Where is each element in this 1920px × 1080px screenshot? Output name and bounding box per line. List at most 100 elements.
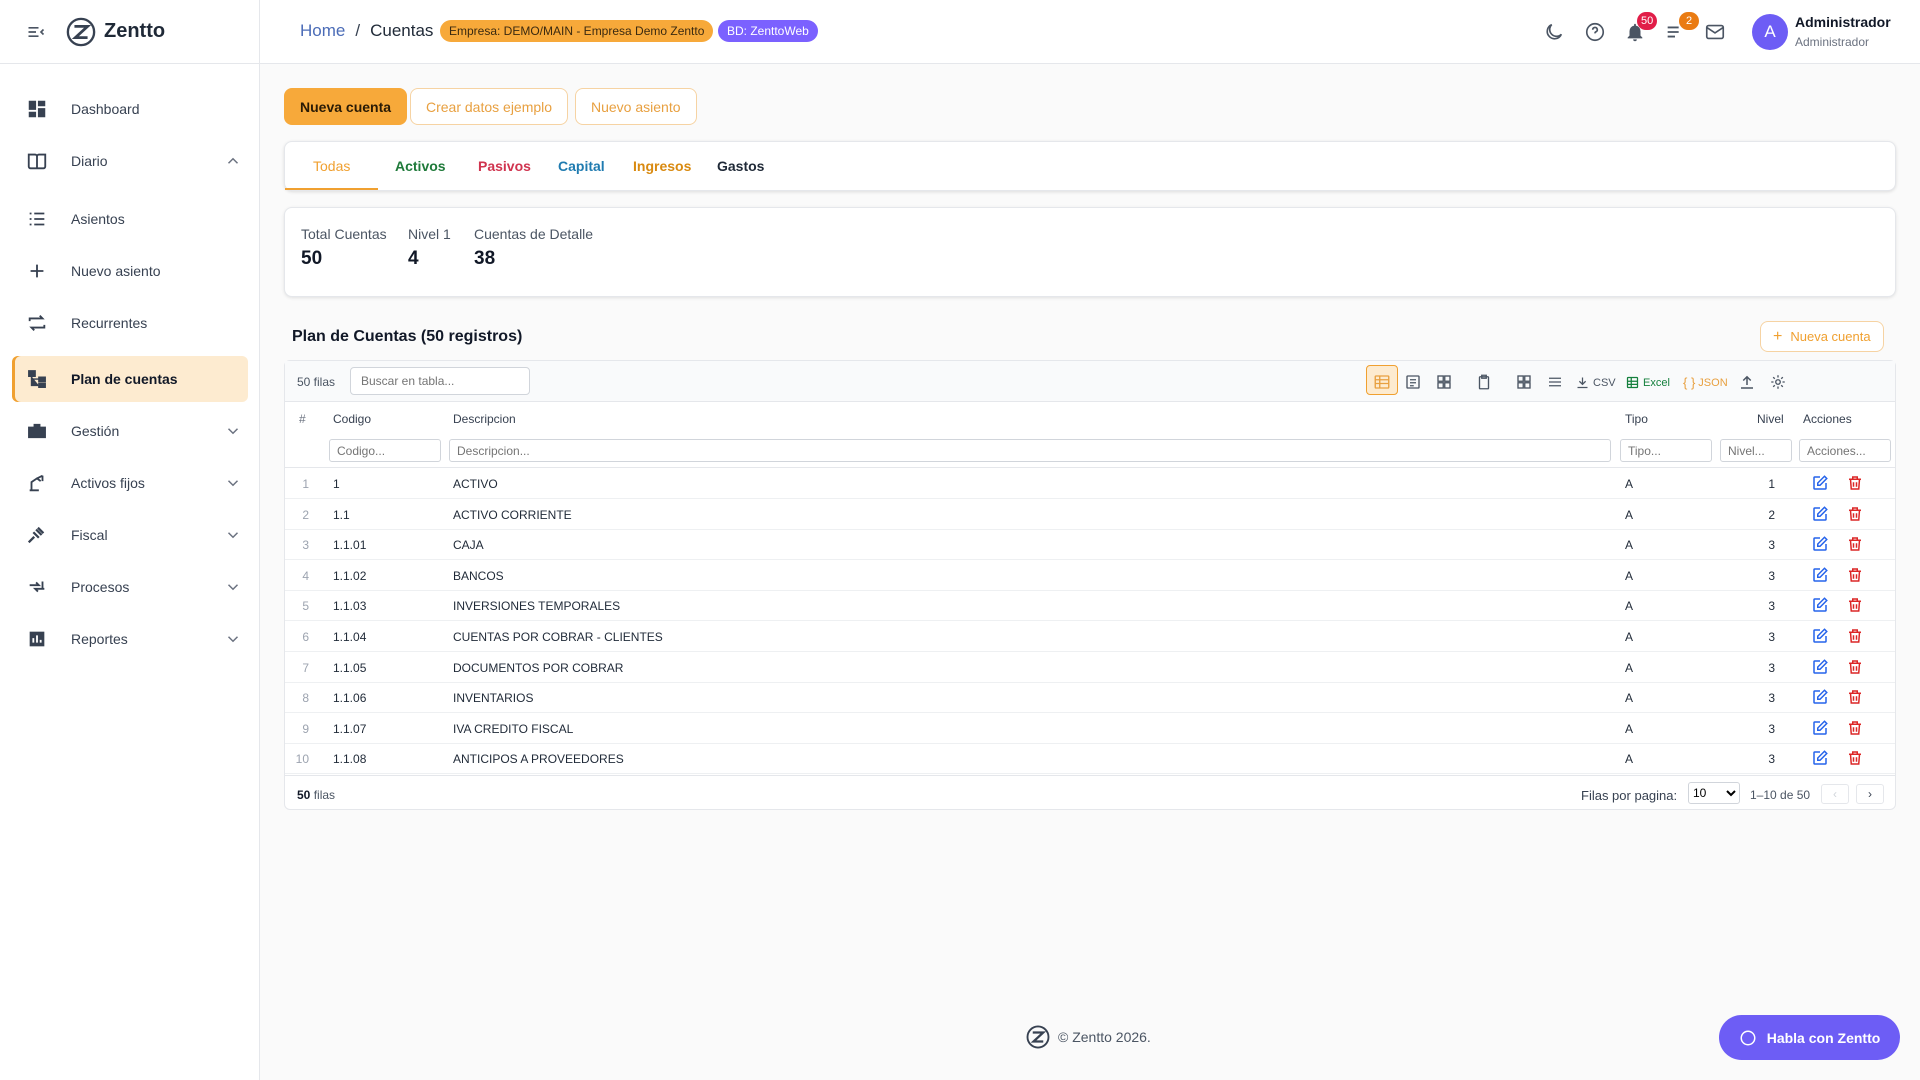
col-header-descripcion[interactable]: Descripcion [453, 412, 516, 426]
table-search-input[interactable] [350, 367, 530, 395]
user-role: Administrador [1795, 35, 1870, 49]
columns-icon[interactable] [1515, 373, 1533, 391]
row-number: 4 [302, 568, 309, 583]
chevron-down-icon[interactable] [224, 578, 242, 596]
density-icon[interactable] [1546, 373, 1564, 391]
row-descripcion: INVENTARIOS [453, 691, 534, 706]
avatar[interactable]: A [1752, 14, 1788, 50]
table-row[interactable]: 2 1.1 ACTIVO CORRIENTE A 2 [285, 499, 1895, 530]
help-icon[interactable] [1584, 21, 1606, 43]
sidebar-item-fiscal[interactable]: Fiscal [12, 512, 248, 558]
menu-collapse-icon[interactable] [26, 22, 46, 42]
row-nivel: 1 [1768, 477, 1775, 491]
sidebar-item-dashboard[interactable]: Dashboard [12, 86, 248, 132]
stats-card: Total Cuentas 50 Nivel 1 4 Cuentas de Detall… [284, 207, 1896, 297]
edit-icon[interactable] [1811, 474, 1829, 492]
sidebar-item-plan-de-cuentas[interactable]: Plan de cuentas [12, 356, 248, 402]
crear-datos-ejemplo-button[interactable]: Crear datos ejemplo [410, 88, 569, 125]
edit-icon[interactable] [1811, 688, 1829, 706]
sidebar-item-gestion[interactable]: Gestión [12, 408, 248, 454]
nueva-cuenta-button[interactable]: Nueva cuenta [284, 88, 408, 125]
nuevo-asiento-button[interactable]: Nuevo asiento [575, 88, 697, 125]
filter-acciones-input[interactable] [1799, 439, 1891, 462]
delete-icon[interactable] [1846, 566, 1864, 584]
dark-mode-icon[interactable] [1543, 21, 1565, 43]
edit-icon[interactable] [1811, 658, 1829, 676]
sidebar-item-activos-fijos[interactable]: Activos fijos [12, 460, 248, 506]
delete-icon[interactable] [1846, 505, 1864, 523]
sidebar-item-label: Procesos [71, 579, 130, 595]
empresa-chip[interactable]: Empresa: DEMO/MAIN - Empresa Demo Zentto [440, 20, 714, 42]
tab-gastos[interactable]: Gastos [689, 142, 792, 190]
filter-descripcion-input[interactable] [449, 439, 1611, 462]
nueva-cuenta-small-button[interactable]: + Nueva cuenta [1760, 321, 1884, 352]
edit-icon[interactable] [1811, 627, 1829, 645]
grid-view-icon[interactable] [1435, 373, 1453, 391]
delete-icon[interactable] [1846, 535, 1864, 553]
sidebar-item-diario[interactable]: Diario [12, 138, 248, 184]
breadcrumb-home-link[interactable]: Home [300, 21, 345, 41]
table-row[interactable]: 10 1.1.08 ANTICIPOS A PROVEEDORES A 3 [285, 743, 1895, 775]
sidebar-item-asientos[interactable]: Asientos [12, 196, 248, 242]
col-header-codigo[interactable]: Codigo [333, 412, 371, 426]
top-bar: Home / Cuentas Empresa: DEMO/MAIN - Empr… [260, 0, 1920, 64]
delete-icon[interactable] [1846, 749, 1864, 767]
sidebar-item-procesos[interactable]: Procesos [12, 564, 248, 610]
table-row[interactable]: 1 1 ACTIVO A 1 [285, 468, 1895, 499]
export-excel-button[interactable]: Excel [1625, 375, 1670, 390]
chat-button[interactable]: Habla con Zentto [1719, 1015, 1900, 1060]
database-chip[interactable]: BD: ZenttoWeb [718, 20, 818, 42]
sidebar-item-nuevo-asiento[interactable]: Nuevo asiento [12, 248, 248, 294]
clipboard-icon[interactable] [1475, 373, 1493, 391]
delete-icon[interactable] [1846, 627, 1864, 645]
stat-label: Total Cuentas [301, 226, 387, 242]
delete-icon[interactable] [1846, 658, 1864, 676]
delete-icon[interactable] [1846, 596, 1864, 614]
delete-icon[interactable] [1846, 474, 1864, 492]
edit-icon[interactable] [1811, 535, 1829, 553]
table-row[interactable]: 9 1.1.07 IVA CREDITO FISCAL A 3 [285, 713, 1895, 744]
rows-per-page-select[interactable]: 10 [1688, 782, 1740, 804]
col-header-nivel[interactable]: Nivel [1757, 412, 1784, 426]
edit-icon[interactable] [1811, 505, 1829, 523]
filter-nivel-input[interactable] [1720, 439, 1792, 462]
chevron-down-icon[interactable] [224, 526, 242, 544]
tab-todas[interactable]: Todas [285, 142, 379, 190]
row-tipo: A [1625, 507, 1634, 522]
chevron-up-icon[interactable] [224, 152, 242, 170]
chevron-down-icon[interactable] [224, 422, 242, 440]
row-tipo: A [1625, 691, 1634, 706]
account-type-tabs: Todas Activos Pasivos Capital Ingresos Gastos [284, 141, 1896, 191]
list-view-icon[interactable] [1404, 373, 1422, 391]
sidebar-item-label: Activos fijos [71, 475, 145, 491]
zentto-logo-icon[interactable] [66, 17, 96, 47]
next-page-button[interactable]: › [1856, 784, 1884, 804]
chevron-down-icon[interactable] [224, 630, 242, 648]
col-header-tipo[interactable]: Tipo [1625, 412, 1648, 426]
table-row[interactable]: 5 1.1.03 INVERSIONES TEMPORALES A 3 [285, 590, 1895, 622]
sidebar-item-reportes[interactable]: Reportes [12, 616, 248, 662]
upload-icon[interactable] [1738, 373, 1756, 391]
delete-icon[interactable] [1846, 719, 1864, 737]
mail-icon[interactable] [1704, 21, 1726, 43]
table-row[interactable]: 8 1.1.06 INVENTARIOS A 3 [285, 682, 1895, 714]
settings-gear-icon[interactable] [1769, 373, 1787, 391]
prev-page-button[interactable]: ‹ [1821, 784, 1849, 804]
table-row[interactable]: 3 1.1.01 CAJA A 3 [285, 529, 1895, 561]
briefcase-icon [28, 423, 46, 439]
delete-icon[interactable] [1846, 688, 1864, 706]
export-csv-button[interactable]: CSV [1575, 375, 1616, 390]
export-json-button[interactable]: { } JSON [1683, 375, 1728, 390]
table-row[interactable]: 6 1.1.04 CUENTAS POR COBRAR - CLIENTES A 3 [285, 621, 1895, 652]
chevron-down-icon[interactable] [224, 474, 242, 492]
edit-icon[interactable] [1811, 749, 1829, 767]
table-row[interactable]: 7 1.1.05 DOCUMENTOS POR COBRAR A 3 [285, 652, 1895, 683]
filter-codigo-input[interactable] [329, 439, 441, 462]
filter-tipo-input[interactable] [1620, 439, 1712, 462]
edit-icon[interactable] [1811, 596, 1829, 614]
table-row[interactable]: 4 1.1.02 BANCOS A 3 [285, 560, 1895, 591]
row-codigo: 1.1.04 [333, 630, 367, 644]
edit-icon[interactable] [1811, 566, 1829, 584]
edit-icon[interactable] [1811, 719, 1829, 737]
sidebar-item-recurrentes[interactable]: Recurrentes [12, 300, 248, 346]
